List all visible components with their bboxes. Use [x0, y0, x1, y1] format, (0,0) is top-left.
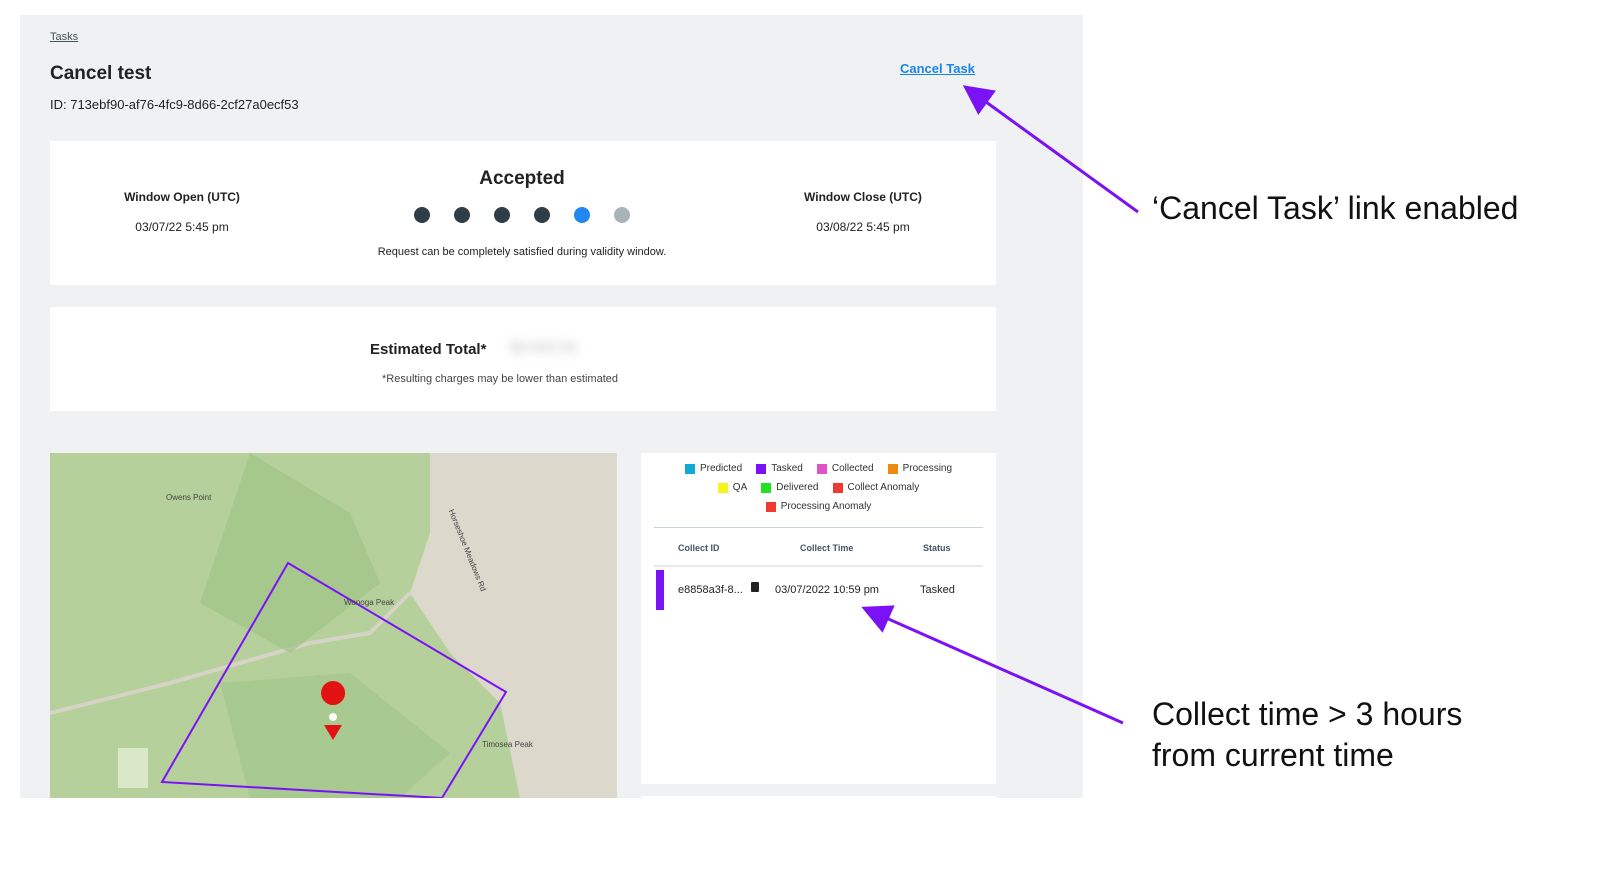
annotation-collect-time-2: from current time — [1152, 737, 1394, 773]
arrow-to-cancel-link — [962, 85, 1139, 214]
annotation-cancel-enabled: ‘Cancel Task’ link enabled — [1152, 190, 1519, 226]
annotation-collect-time-1: Collect time > 3 hours — [1152, 696, 1463, 732]
arrow-to-collect-time — [861, 605, 1124, 725]
